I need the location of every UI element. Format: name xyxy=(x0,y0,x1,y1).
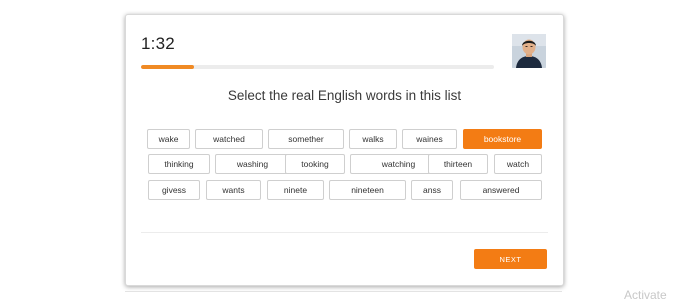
word-chip-nineteen[interactable]: nineteen xyxy=(329,180,406,200)
word-chip-anss[interactable]: anss xyxy=(411,180,453,200)
word-chip-ninete[interactable]: ninete xyxy=(267,180,324,200)
user-photo-icon xyxy=(512,34,546,68)
word-chip-watched[interactable]: watched xyxy=(195,129,263,149)
progress-fill xyxy=(141,65,194,69)
timer: 1:32 xyxy=(141,34,175,53)
word-chip-givess[interactable]: givess xyxy=(148,180,200,200)
word-chip-watch[interactable]: watch xyxy=(494,154,542,174)
word-chip-bookstore[interactable]: bookstore xyxy=(463,129,542,149)
activate-watermark: Activate xyxy=(624,288,667,302)
card-shadow-line xyxy=(125,291,562,292)
next-button[interactable]: NEXT xyxy=(474,249,547,269)
avatar xyxy=(512,34,546,68)
word-chip-washing[interactable]: washing xyxy=(215,154,290,174)
progress-bar xyxy=(141,65,494,69)
word-chip-answered[interactable]: answered xyxy=(460,180,542,200)
quiz-card: 1:32 Select the real English words in th… xyxy=(125,14,564,286)
divider xyxy=(141,232,548,233)
question-prompt: Select the real English words in this li… xyxy=(227,88,462,103)
word-chip-walks[interactable]: walks xyxy=(349,129,397,149)
word-chip-waines[interactable]: waines xyxy=(402,129,457,149)
word-chip-somether[interactable]: somether xyxy=(268,129,344,149)
word-chip-thirteen[interactable]: thirteen xyxy=(428,154,488,174)
word-chip-wake[interactable]: wake xyxy=(147,129,190,149)
word-chip-thinking[interactable]: thinking xyxy=(148,154,210,174)
word-chip-wants[interactable]: wants xyxy=(206,180,261,200)
word-chip-tooking[interactable]: tooking xyxy=(285,154,345,174)
